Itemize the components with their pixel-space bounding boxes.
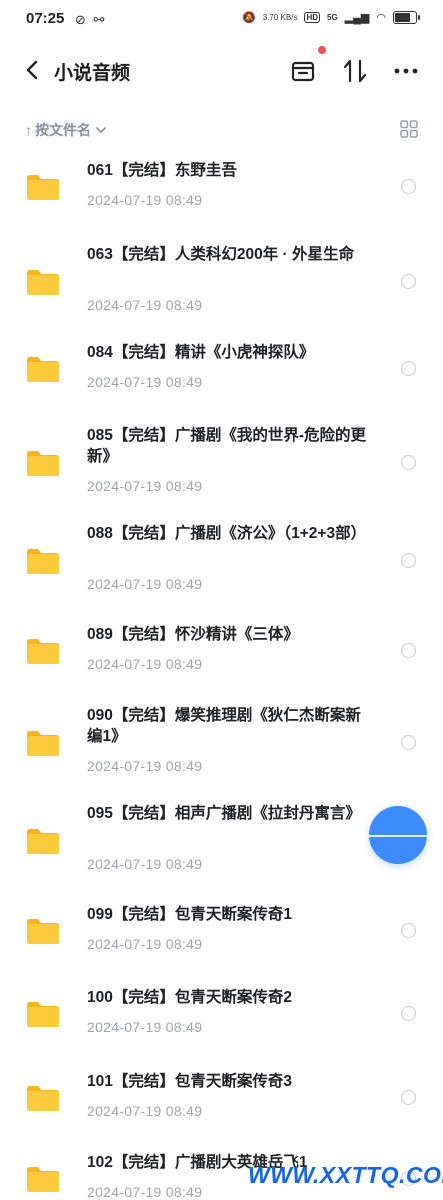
app-header: 小说音频 bbox=[0, 44, 443, 96]
folder-icon bbox=[25, 729, 61, 757]
select-radio[interactable] bbox=[401, 643, 416, 658]
folder-icon bbox=[25, 827, 61, 855]
file-name: 063【完结】人类科幻200年 · 外星生命 bbox=[87, 246, 354, 263]
select-radio[interactable] bbox=[401, 274, 416, 289]
file-date: 2024-07-19 08:49 bbox=[87, 297, 203, 313]
mute-icon: 🔕 bbox=[242, 12, 256, 24]
file-date: 2024-07-19 08:49 bbox=[87, 656, 203, 672]
chevron-down-icon bbox=[96, 127, 106, 134]
file-name: 061【完结】东野圭吾 bbox=[87, 162, 237, 179]
status-time: 07:25 bbox=[26, 10, 65, 27]
file-name: 085【完结】广播剧《我的世界-危险的更新》 bbox=[87, 427, 367, 465]
status-right-icons: 🔕 3.70 KB/s HD 5G ▂▄▆ ◠ bbox=[242, 11, 420, 24]
file-date: 2024-07-19 08:49 bbox=[87, 576, 203, 592]
file-name: 089【完结】怀沙精讲《三体》 bbox=[87, 626, 299, 643]
sort-bar: ↑ 按文件名 bbox=[0, 112, 443, 146]
select-radio[interactable] bbox=[401, 735, 416, 750]
select-radio[interactable] bbox=[401, 553, 416, 568]
network-type: 5G bbox=[327, 13, 338, 22]
net-speed: 3.70 KB/s bbox=[262, 12, 298, 22]
file-name: 099【完结】包青天断案传奇1 bbox=[87, 906, 292, 923]
chevron-left-icon[interactable] bbox=[20, 56, 46, 84]
sort-label: 按文件名 bbox=[35, 122, 91, 138]
battery-icon bbox=[393, 11, 420, 24]
sort-arrows-icon[interactable] bbox=[340, 56, 370, 86]
folder-icon bbox=[25, 268, 61, 296]
file-name: 100【完结】包青天断案传奇2 bbox=[87, 989, 292, 1006]
folder-icon bbox=[25, 355, 61, 383]
file-name: 090【完结】爆笑推理剧《狄仁杰断案新编1》 bbox=[87, 707, 361, 745]
select-radio[interactable] bbox=[401, 923, 416, 938]
hd-badge: HD bbox=[304, 12, 320, 23]
file-date: 2024-07-19 08:49 bbox=[87, 1184, 203, 1200]
file-name: 095【完结】相声广播剧《拉封丹寓言》 bbox=[87, 805, 361, 822]
file-name: 101【完结】包青天断案传奇3 bbox=[87, 1073, 292, 1090]
file-date: 2024-07-19 08:49 bbox=[87, 478, 203, 494]
more-dots-icon[interactable] bbox=[391, 56, 421, 86]
watermark: WWW.XXTTQ.COM bbox=[248, 1162, 443, 1188]
folder-icon bbox=[25, 917, 61, 945]
folder-icon bbox=[25, 1000, 61, 1028]
file-name: 084【完结】精讲《小虎神探队》 bbox=[87, 344, 315, 361]
folder-icon bbox=[25, 637, 61, 665]
sort-up-arrow-icon: ↑ bbox=[25, 122, 32, 138]
grid-view-icon[interactable] bbox=[400, 120, 418, 138]
folder-icon bbox=[25, 547, 61, 575]
wifi-icon: ◠ bbox=[376, 12, 386, 24]
file-date: 2024-07-19 08:49 bbox=[87, 374, 203, 390]
folder-icon bbox=[25, 449, 61, 477]
inbox-icon[interactable] bbox=[288, 56, 318, 86]
status-bar: 07:25 ⊘ ⚯ 🔕 3.70 KB/s HD 5G ▂▄▆ ◠ bbox=[0, 0, 443, 40]
file-date: 2024-07-19 08:49 bbox=[87, 192, 203, 208]
folder-icon bbox=[25, 1084, 61, 1112]
file-date: 2024-07-19 08:49 bbox=[87, 856, 203, 872]
page-title: 小说音频 bbox=[54, 63, 131, 84]
select-radio[interactable] bbox=[401, 455, 416, 470]
file-date: 2024-07-19 08:49 bbox=[87, 1019, 203, 1035]
file-date: 2024-07-19 08:49 bbox=[87, 1103, 203, 1119]
folder-icon bbox=[25, 173, 61, 201]
file-name: 088【完结】广播剧《济公》（1+2+3部） bbox=[87, 525, 367, 542]
select-radio[interactable] bbox=[401, 1090, 416, 1105]
file-date: 2024-07-19 08:49 bbox=[87, 936, 203, 952]
floating-action-button[interactable] bbox=[369, 806, 427, 864]
select-radio[interactable] bbox=[401, 361, 416, 376]
file-date: 2024-07-19 08:49 bbox=[87, 758, 203, 774]
sort-by-name-button[interactable]: ↑ 按文件名 bbox=[25, 120, 108, 140]
notification-dot bbox=[318, 46, 326, 54]
select-radio[interactable] bbox=[401, 179, 416, 194]
select-radio[interactable] bbox=[401, 1006, 416, 1021]
signal-icon: ▂▄▆ bbox=[344, 12, 370, 24]
app-notification-icons: ⊘ ⚯ bbox=[75, 12, 107, 27]
folder-icon bbox=[25, 1165, 61, 1193]
